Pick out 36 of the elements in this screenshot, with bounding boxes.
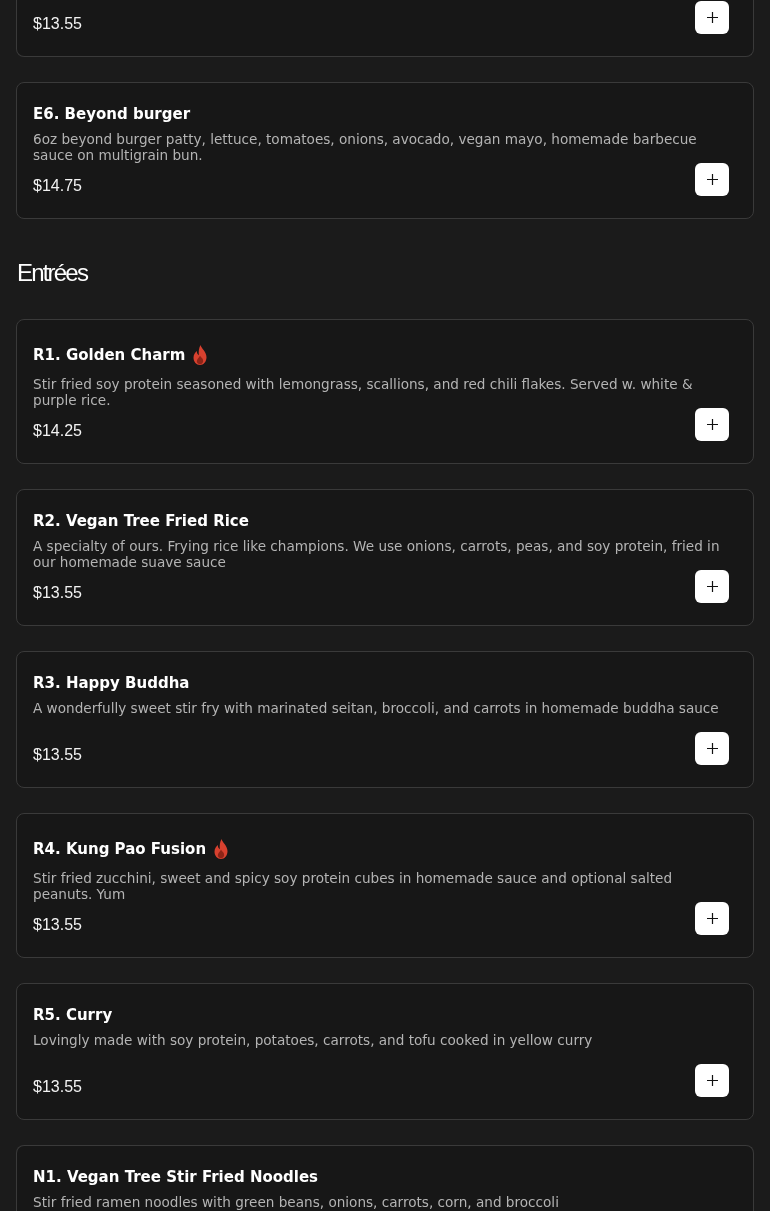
add-button[interactable] (695, 163, 729, 196)
dish-price: $13.55 (33, 14, 82, 34)
plus-icon (706, 1075, 718, 1086)
dish-price: $13.55 (33, 583, 82, 603)
dish-price: $13.55 (33, 915, 82, 935)
plus-icon (706, 12, 718, 23)
dish-description: Stir fried soy protein seasoned with lemongrass, scallions, and red chili flakes. Served w. white & purple rice. (33, 376, 694, 408)
dish-description: Stir fried zucchini, sweet and spicy soy protein cubes in homemade sauce and optional salted peanuts. Yum (33, 870, 674, 902)
dish-description: A specialty of ours. Frying rice like champions. We use onions, carrots, peas, and soy protein, fried in our homemade suave sauce (33, 538, 721, 570)
dish-name: R5. Curry (33, 1005, 113, 1025)
dish-name: E6. Beyond burger (33, 104, 191, 124)
dish-price: $13.55 (33, 1077, 82, 1097)
dish-price: $13.55 (33, 745, 82, 765)
dish-price: $14.75 (33, 176, 82, 196)
dish-price: $14.25 (33, 421, 82, 441)
dish-name: R3. Happy Buddha (33, 673, 190, 693)
add-button[interactable] (695, 902, 729, 935)
plus-icon (706, 743, 718, 754)
dish-name: R1. Golden Charm (33, 345, 186, 365)
dish-description: 6oz beyond burger patty, lettuce, tomatoes, onions, avocado, vegan mayo, homemade barbecue sauce on multigrain bun. (33, 131, 698, 163)
dish-description: A wonderfully sweet stir fry with marinated seitan, broccoli, and carrots in homemade buddha sauce (33, 700, 720, 718)
add-button[interactable] (695, 1064, 729, 1097)
plus-icon (706, 913, 718, 924)
add-button[interactable] (695, 1, 729, 34)
add-button[interactable] (695, 408, 729, 441)
add-button[interactable] (695, 570, 729, 603)
section-heading: Entrées (17, 258, 88, 288)
dish-name: N1. Vegan Tree Stir Fried Noodles (33, 1167, 319, 1187)
dish-name: R4. Kung Pao Fusion (33, 839, 207, 859)
plus-icon (706, 174, 718, 185)
plus-icon (706, 419, 718, 430)
plus-icon (706, 581, 718, 592)
dish-name: R2. Vegan Tree Fried Rice (33, 511, 249, 531)
dish-description: Lovingly made with soy protein, potatoes, carrots, and tofu cooked in yellow curry (33, 1032, 594, 1050)
add-button[interactable] (695, 732, 729, 765)
dish-description: Stir fried ramen noodles with green beans, onions, carrots, corn, and broccoli (33, 1194, 560, 1210)
